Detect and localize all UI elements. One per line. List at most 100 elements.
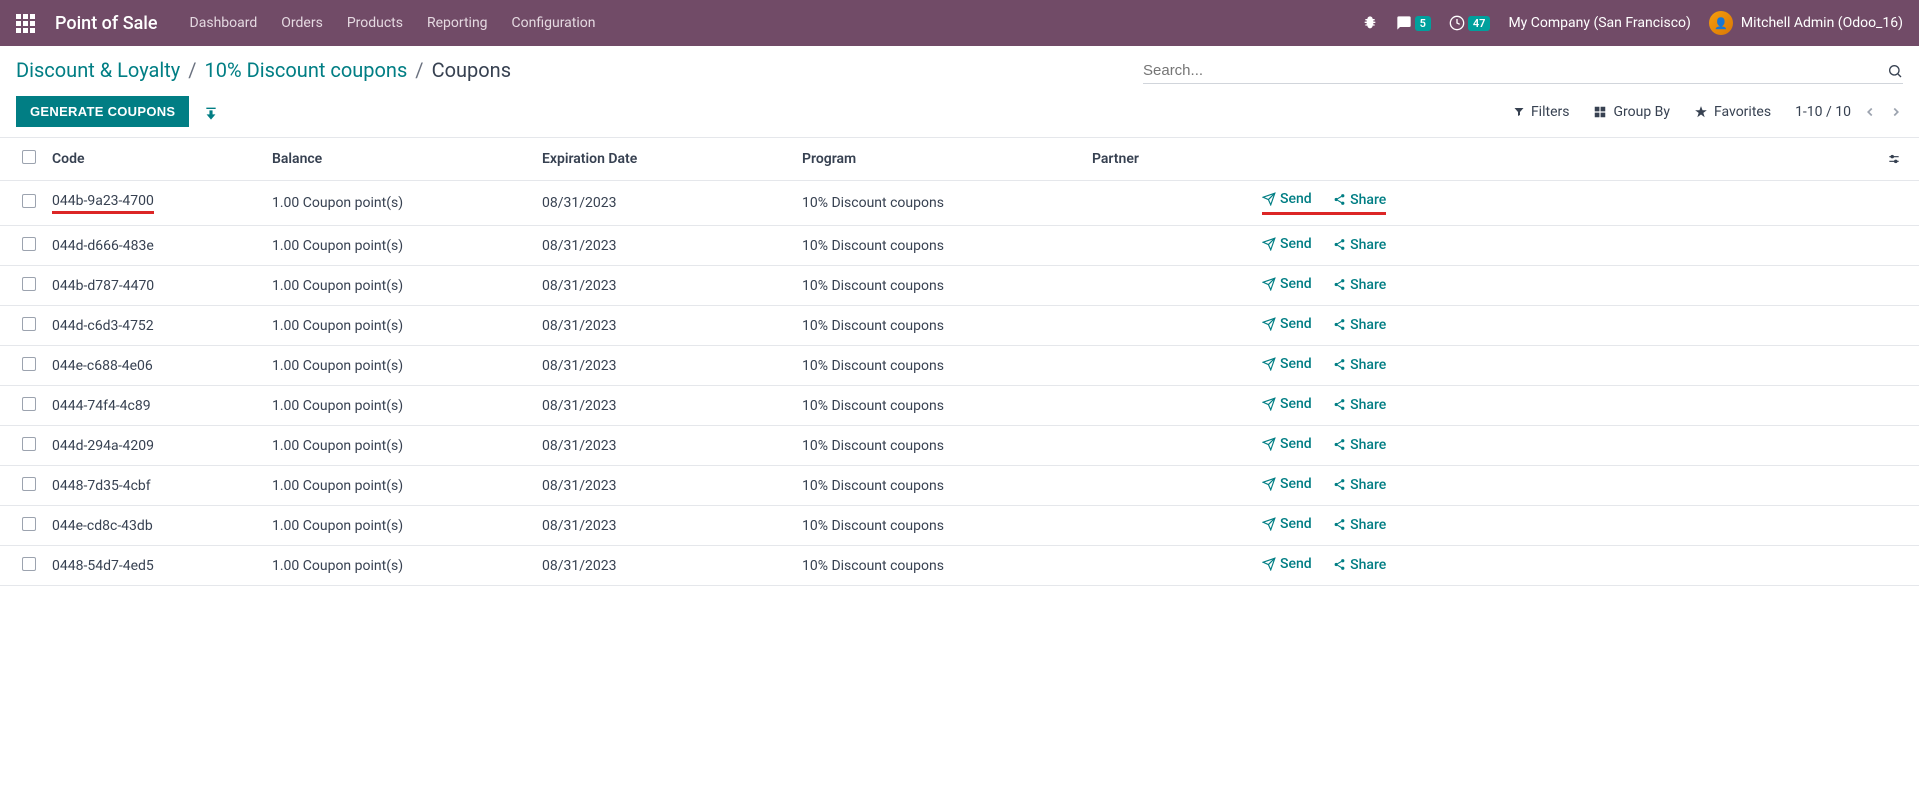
- menu-orders[interactable]: Orders: [281, 15, 323, 31]
- cell-program: 10% Discount coupons: [794, 306, 1084, 346]
- pager-prev-icon[interactable]: [1863, 104, 1877, 120]
- activities-icon[interactable]: 47: [1449, 15, 1491, 31]
- cell-code: 044d-294a-4209: [52, 438, 154, 454]
- send-button[interactable]: Send: [1262, 316, 1312, 332]
- send-button[interactable]: Send: [1262, 476, 1312, 492]
- cell-expiration: 08/31/2023: [534, 546, 794, 586]
- breadcrumb-link-0[interactable]: Discount & Loyalty: [16, 58, 180, 82]
- cell-balance: 1.00 Coupon point(s): [264, 181, 534, 226]
- group-by-button[interactable]: Group By: [1593, 104, 1670, 120]
- cell-code: 044d-c6d3-4752: [52, 318, 154, 334]
- user-name: Mitchell Admin (Odoo_16): [1741, 15, 1903, 31]
- debug-icon[interactable]: [1362, 15, 1378, 31]
- share-button[interactable]: Share: [1333, 237, 1386, 253]
- cell-partner: [1084, 386, 1254, 426]
- row-checkbox[interactable]: [22, 317, 36, 331]
- filters-button[interactable]: Filters: [1513, 104, 1570, 120]
- share-button[interactable]: Share: [1333, 277, 1386, 293]
- menu-products[interactable]: Products: [347, 15, 403, 31]
- select-all-checkbox[interactable]: [22, 150, 36, 164]
- cell-expiration: 08/31/2023: [534, 426, 794, 466]
- header-balance[interactable]: Balance: [264, 138, 534, 181]
- cp-bottom-right: Filters Group By Favorites 1-10 / 10: [1513, 104, 1903, 120]
- nav-menu: Dashboard Orders Products Reporting Conf…: [190, 15, 596, 31]
- row-checkbox[interactable]: [22, 557, 36, 571]
- send-label: Send: [1280, 236, 1312, 252]
- send-label: Send: [1280, 556, 1312, 572]
- send-button[interactable]: Send: [1262, 356, 1312, 372]
- cell-expiration: 08/31/2023: [534, 386, 794, 426]
- share-button[interactable]: Share: [1333, 397, 1386, 413]
- row-checkbox[interactable]: [22, 437, 36, 451]
- cell-program: 10% Discount coupons: [794, 426, 1084, 466]
- table-row[interactable]: 0444-74f4-4c89 1.00 Coupon point(s) 08/3…: [0, 386, 1919, 426]
- menu-dashboard[interactable]: Dashboard: [190, 15, 258, 31]
- user-menu[interactable]: 👤 Mitchell Admin (Odoo_16): [1709, 11, 1903, 35]
- pager-next-icon[interactable]: [1889, 104, 1903, 120]
- share-button[interactable]: Share: [1333, 437, 1386, 453]
- company-selector[interactable]: My Company (San Francisco): [1508, 15, 1690, 31]
- share-button[interactable]: Share: [1333, 192, 1386, 208]
- messages-icon[interactable]: 5: [1396, 15, 1431, 31]
- send-button[interactable]: Send: [1262, 556, 1312, 572]
- send-button[interactable]: Send: [1262, 436, 1312, 452]
- breadcrumb-link-1[interactable]: 10% Discount coupons: [205, 58, 408, 82]
- cell-balance: 1.00 Coupon point(s): [264, 386, 534, 426]
- send-button[interactable]: Send: [1262, 396, 1312, 412]
- cell-expiration: 08/31/2023: [534, 306, 794, 346]
- cell-partner: [1084, 306, 1254, 346]
- table-row[interactable]: 044b-9a23-4700 1.00 Coupon point(s) 08/3…: [0, 181, 1919, 226]
- table-row[interactable]: 044e-cd8c-43db 1.00 Coupon point(s) 08/3…: [0, 506, 1919, 546]
- send-button[interactable]: Send: [1262, 191, 1312, 207]
- columns-settings-icon[interactable]: [1887, 151, 1901, 167]
- menu-reporting[interactable]: Reporting: [427, 15, 488, 31]
- row-checkbox[interactable]: [22, 277, 36, 291]
- share-label: Share: [1350, 517, 1386, 533]
- table-wrapper: Code Balance Expiration Date Program Par…: [0, 137, 1919, 586]
- row-checkbox[interactable]: [22, 517, 36, 531]
- row-checkbox[interactable]: [22, 357, 36, 371]
- app-name[interactable]: Point of Sale: [55, 13, 158, 34]
- row-checkbox[interactable]: [22, 397, 36, 411]
- send-label: Send: [1280, 191, 1312, 207]
- send-button[interactable]: Send: [1262, 516, 1312, 532]
- share-button[interactable]: Share: [1333, 477, 1386, 493]
- cell-code: 0444-74f4-4c89: [52, 398, 151, 414]
- search-icon[interactable]: [1887, 62, 1903, 78]
- row-checkbox[interactable]: [22, 237, 36, 251]
- favorites-button[interactable]: Favorites: [1694, 104, 1771, 120]
- share-label: Share: [1350, 397, 1386, 413]
- apps-icon[interactable]: [16, 14, 35, 33]
- table-row[interactable]: 044e-c688-4e06 1.00 Coupon point(s) 08/3…: [0, 346, 1919, 386]
- menu-configuration[interactable]: Configuration: [512, 15, 596, 31]
- send-button[interactable]: Send: [1262, 276, 1312, 292]
- cell-program: 10% Discount coupons: [794, 346, 1084, 386]
- download-icon[interactable]: [203, 102, 219, 121]
- send-label: Send: [1280, 316, 1312, 332]
- table-row[interactable]: 044d-294a-4209 1.00 Coupon point(s) 08/3…: [0, 426, 1919, 466]
- table-row[interactable]: 0448-54d7-4ed5 1.00 Coupon point(s) 08/3…: [0, 546, 1919, 586]
- header-expiration[interactable]: Expiration Date: [534, 138, 794, 181]
- header-code[interactable]: Code: [44, 138, 264, 181]
- share-button[interactable]: Share: [1333, 557, 1386, 573]
- cell-program: 10% Discount coupons: [794, 466, 1084, 506]
- cell-code: 0448-7d35-4cbf: [52, 478, 151, 494]
- share-button[interactable]: Share: [1333, 317, 1386, 333]
- table-row[interactable]: 0448-7d35-4cbf 1.00 Coupon point(s) 08/3…: [0, 466, 1919, 506]
- cell-code: 044d-d666-483e: [52, 238, 154, 254]
- row-checkbox[interactable]: [22, 194, 36, 208]
- share-button[interactable]: Share: [1333, 357, 1386, 373]
- generate-coupons-button[interactable]: GENERATE COUPONS: [16, 96, 189, 127]
- share-label: Share: [1350, 192, 1386, 208]
- cell-partner: [1084, 181, 1254, 226]
- cell-expiration: 08/31/2023: [534, 181, 794, 226]
- table-row[interactable]: 044d-d666-483e 1.00 Coupon point(s) 08/3…: [0, 226, 1919, 266]
- row-checkbox[interactable]: [22, 477, 36, 491]
- share-button[interactable]: Share: [1333, 517, 1386, 533]
- table-row[interactable]: 044d-c6d3-4752 1.00 Coupon point(s) 08/3…: [0, 306, 1919, 346]
- send-button[interactable]: Send: [1262, 236, 1312, 252]
- header-program[interactable]: Program: [794, 138, 1084, 181]
- search-input[interactable]: [1143, 62, 1887, 79]
- header-partner[interactable]: Partner: [1084, 138, 1254, 181]
- table-row[interactable]: 044b-d787-4470 1.00 Coupon point(s) 08/3…: [0, 266, 1919, 306]
